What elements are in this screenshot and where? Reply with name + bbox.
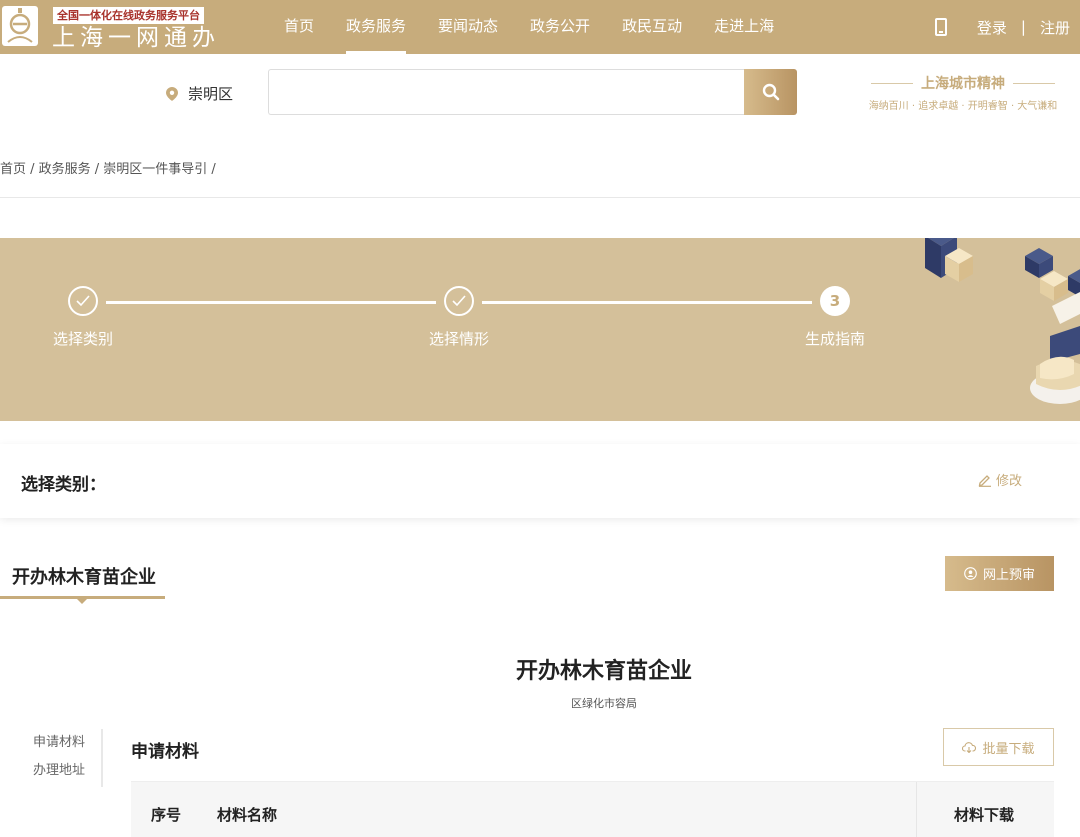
item-tab[interactable]: 开办林木育苗企业 [12, 563, 156, 589]
step-label: 选择类别 [52, 330, 113, 348]
nav-interaction[interactable]: 政民互动 [606, 0, 698, 54]
breadcrumb[interactable]: 首页 / 政务服务 / 崇明区一件事导引 / [0, 158, 216, 177]
column-header-material-name: 材料名称 [217, 806, 278, 824]
cloud-download-icon [962, 742, 977, 753]
decorative-cubes-illustration [925, 238, 1080, 404]
step-select-category: 选择类别 [23, 286, 143, 349]
online-pre-review-button[interactable]: 网上预审 [945, 556, 1054, 591]
batch-download-button[interactable]: 批量下载 [943, 728, 1054, 766]
search-button[interactable] [744, 69, 797, 115]
step-select-situation: 选择情形 [399, 286, 519, 349]
step-progress-banner: 选择类别 选择情形 3 生成指南 [0, 238, 1080, 421]
nav-home[interactable]: 首页 [268, 0, 330, 54]
category-label: 选择类别： [21, 475, 106, 495]
responsible-department: 区绿化市容局 [571, 697, 637, 710]
location-label: 崇明区 [188, 85, 234, 103]
site-logo[interactable]: 全国一体化在线政务服务平台 上海一网通办 [0, 4, 230, 51]
logo-mark-icon [2, 6, 38, 46]
edit-label: 修改 [996, 474, 1023, 489]
logo-tagline: 全国一体化在线政务服务平台 [53, 7, 204, 24]
batch-download-label: 批量下载 [982, 741, 1035, 757]
search-icon [762, 83, 779, 101]
column-header-index: 序号 [151, 806, 182, 824]
nav-news[interactable]: 要闻动态 [422, 0, 514, 54]
edit-category-link[interactable]: 修改 [978, 470, 1022, 489]
step-generate-guide: 3 生成指南 [775, 286, 895, 349]
user-actions: 登录 | 注册 [934, 0, 1070, 54]
column-divider [916, 782, 917, 837]
step-label: 生成指南 [804, 330, 865, 348]
city-spirit-subtitle: 海纳百川 · 追求卓越 · 开明睿智 · 大气谦和 [868, 101, 1058, 112]
nav-open-government[interactable]: 政务公开 [514, 0, 606, 54]
check-icon [68, 286, 98, 316]
top-navigation-bar: 全国一体化在线政务服务平台 上海一网通办 首页 政务服务 要闻动态 政务公开 政… [0, 0, 1080, 54]
main-nav: 首页 政务服务 要闻动态 政务公开 政民互动 走进上海 [268, 0, 790, 54]
nav-about-shanghai[interactable]: 走进上海 [698, 0, 790, 54]
materials-section-title: 申请材料 [131, 742, 199, 762]
side-nav-address[interactable]: 办理地址 [33, 757, 101, 785]
user-circle-icon [964, 567, 977, 580]
login-link[interactable]: 登录 [977, 17, 1007, 38]
logo-name: 上海一网通办 [52, 25, 220, 51]
city-spirit-slogan: 上海城市精神 海纳百川 · 追求卓越 · 开明睿智 · 大气谦和 [850, 73, 1076, 112]
check-icon [444, 286, 474, 316]
city-spirit-title: 上海城市精神 [850, 73, 1076, 93]
register-link[interactable]: 注册 [1040, 17, 1070, 38]
nav-government-services[interactable]: 政务服务 [330, 0, 422, 54]
selected-category-bar: 选择类别： 修改 [0, 444, 1080, 518]
online-pre-review-label: 网上预审 [982, 568, 1035, 583]
guide-title: 开办林木育苗企业 [515, 659, 692, 684]
login-register-divider: | [1020, 18, 1026, 36]
step-label: 选择情形 [428, 330, 489, 348]
column-header-download: 材料下载 [954, 806, 1015, 824]
search-input[interactable] [268, 69, 746, 115]
step-connector-2 [482, 301, 812, 304]
location-pin-icon [166, 86, 178, 101]
location-selector[interactable]: 崇明区 [166, 83, 233, 104]
step-number-badge: 3 [820, 286, 850, 316]
breadcrumb-divider [0, 197, 1080, 198]
mobile-phone-icon[interactable] [934, 18, 947, 36]
side-nav-materials[interactable]: 申请材料 [33, 729, 101, 757]
guide-side-nav: 申请材料 办理地址 [33, 729, 103, 787]
step-connector-1 [106, 301, 436, 304]
pencil-icon [978, 474, 991, 487]
materials-table-header: 序号 材料名称 材料下载 [131, 781, 1054, 837]
tab-caret-indicator [77, 599, 87, 604]
